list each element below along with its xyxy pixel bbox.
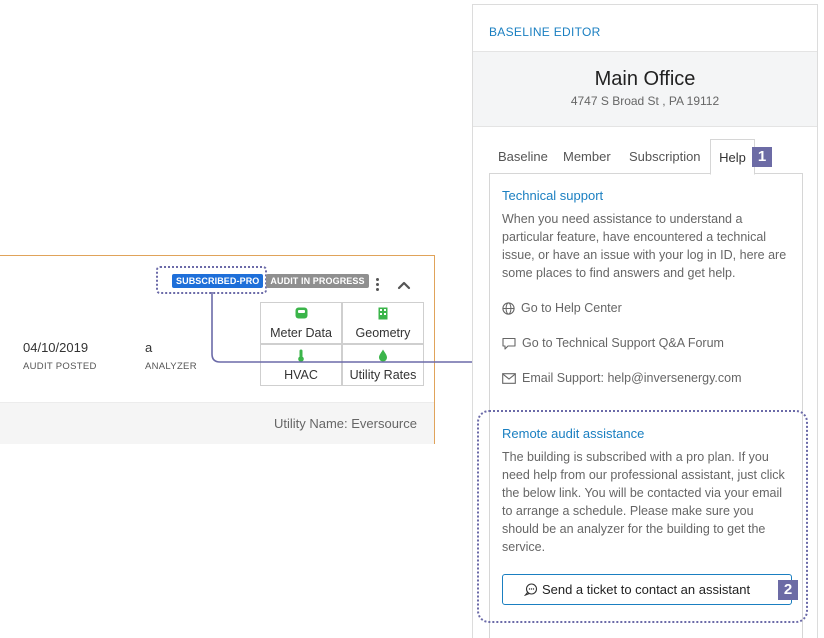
panel-title: BASELINE EDITOR <box>489 25 601 39</box>
geometry-label: Geometry <box>355 326 411 340</box>
building-name: Main Office <box>594 68 696 90</box>
hvac-label: HVAC <box>284 368 318 382</box>
meter-data-label: Meter Data <box>270 326 332 340</box>
utility-rates-label: Utility Rates <box>349 368 417 382</box>
chevron-up-icon[interactable] <box>397 280 411 290</box>
tab-help[interactable]: Help <box>710 139 755 175</box>
more-options-icon[interactable] <box>375 278 381 292</box>
help-tab-content: Technical support When you need assistan… <box>477 173 808 638</box>
remote-assistance-title: Remote audit assistance <box>502 426 645 441</box>
hvac-tile[interactable]: HVAC <box>260 344 342 386</box>
building-icon <box>378 307 388 320</box>
email-support-label[interactable]: Email Support: help@inversenergy.com <box>522 371 742 385</box>
technical-support-title: Technical support <box>502 188 604 203</box>
remote-assistance-text: The building is subscribed with a pro pl… <box>502 450 785 554</box>
audit-posted-value: 04/10/2019 <box>23 340 89 355</box>
geometry-tile[interactable]: Geometry <box>342 302 424 344</box>
chat-icon <box>523 583 537 596</box>
tab-subscription[interactable]: Subscription <box>629 139 701 174</box>
building-address: 4747 S Broad St , PA 19112 <box>570 94 720 108</box>
status-badges: SUBSCRIBED-PRO AUDIT IN PROGRESS <box>172 274 369 288</box>
analyzer-label: ANALYZER <box>145 361 197 372</box>
envelope-icon <box>502 372 516 384</box>
forum-icon <box>502 337 516 350</box>
technical-support-text: When you need assistance to understand a… <box>502 212 787 280</box>
audit-posted-field: 04/10/2019 AUDIT POSTED <box>23 340 97 372</box>
forum-link[interactable]: Go to Technical Support Q&A Forum <box>502 336 724 350</box>
tab-member[interactable]: Member <box>563 139 611 174</box>
meter-icon <box>295 307 307 319</box>
utility-name: Utility Name: Eversource <box>273 416 417 431</box>
drop-icon <box>379 349 387 362</box>
building-header: Main Office 4747 S Broad St , PA 19112 <box>473 51 817 127</box>
subscribed-pro-badge: SUBSCRIBED-PRO <box>172 274 264 288</box>
step-badge-1: 1 <box>752 147 772 167</box>
tab-baseline[interactable]: Baseline <box>498 139 548 174</box>
analyzer-value: a <box>145 340 153 355</box>
thermometer-icon <box>298 349 304 362</box>
analyzer-field: a ANALYZER <box>145 340 197 372</box>
globe-icon <box>502 301 515 315</box>
audit-posted-label: AUDIT POSTED <box>23 361 97 372</box>
baseline-editor-panel: BASELINE EDITOR Main Office 4747 S Broad… <box>472 4 818 638</box>
send-ticket-button[interactable]: Send a ticket to contact an assistant <box>502 574 792 605</box>
forum-label[interactable]: Go to Technical Support Q&A Forum <box>522 336 724 350</box>
help-center-link[interactable]: Go to Help Center <box>502 301 622 315</box>
audit-status-badge: AUDIT IN PROGRESS <box>266 274 369 288</box>
email-support-link[interactable]: Email Support: help@inversenergy.com <box>502 371 742 385</box>
meter-data-tile[interactable]: Meter Data <box>260 302 342 344</box>
card-footer: Utility Name: Eversource <box>0 402 434 444</box>
send-ticket-label[interactable]: Send a ticket to contact an assistant <box>542 582 750 597</box>
help-center-label[interactable]: Go to Help Center <box>521 301 622 315</box>
step-badge-2: 2 <box>778 580 798 600</box>
utility-rates-tile[interactable]: Utility Rates <box>342 344 424 386</box>
building-card: SUBSCRIBED-PRO AUDIT IN PROGRESS 04/10/2… <box>0 255 435 444</box>
